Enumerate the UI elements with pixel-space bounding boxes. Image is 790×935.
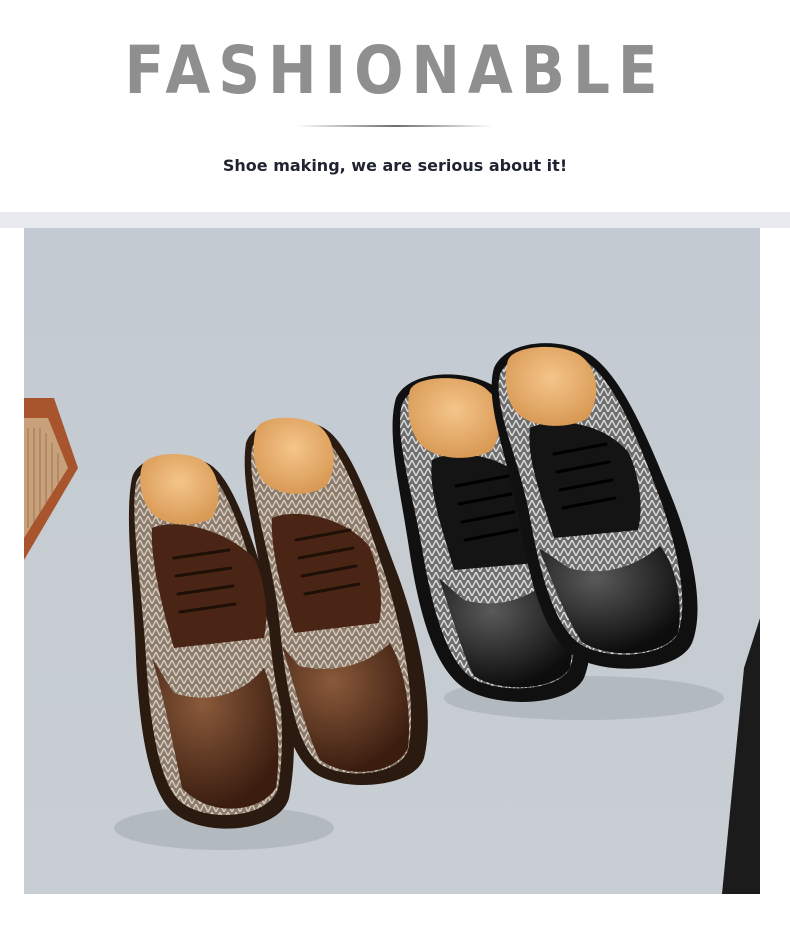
product-photo	[24, 228, 760, 894]
headline: FASHIONABLE	[124, 32, 666, 109]
tagline: Shoe making, we are serious about it!	[222, 156, 568, 175]
separator-band	[0, 212, 790, 228]
divider-line	[297, 125, 493, 127]
header-section: FASHIONABLE Shoe making, we are serious …	[0, 0, 790, 212]
